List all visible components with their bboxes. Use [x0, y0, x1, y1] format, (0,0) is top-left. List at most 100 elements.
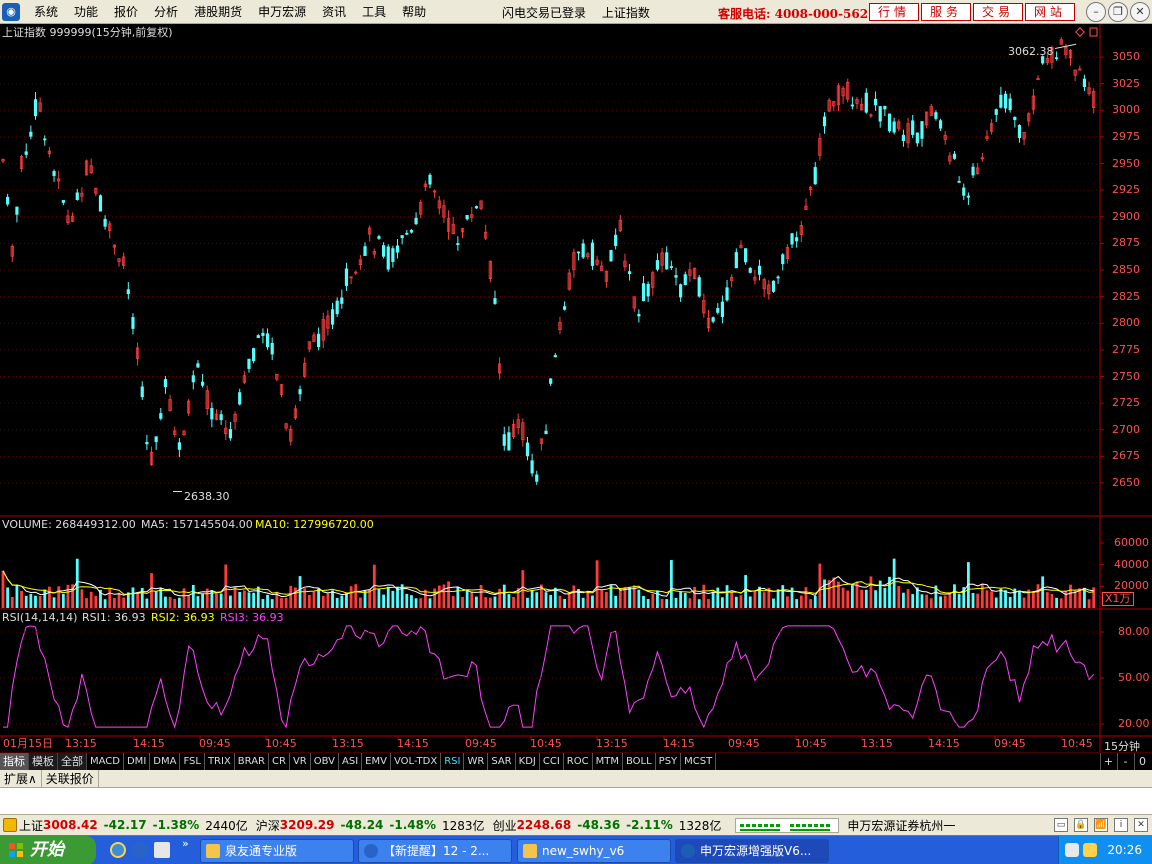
candle-body [716, 308, 720, 313]
menu-item-news[interactable]: 资讯 [314, 3, 354, 20]
tab-all[interactable]: 全部 [58, 753, 87, 770]
indicator-tab-trix[interactable]: TRIX [205, 753, 235, 770]
indicator-tab-roc[interactable]: ROC [564, 753, 593, 770]
close-icon[interactable]: ✕ [1134, 818, 1148, 832]
task-quanyoutong[interactable]: 泉友通专业版 [200, 839, 354, 863]
start-button[interactable]: 开始 [0, 836, 96, 864]
volume-bar [902, 592, 905, 608]
volume-bar [433, 588, 437, 608]
browser-icon[interactable] [132, 842, 148, 858]
desktop-icon[interactable] [154, 842, 170, 858]
indicator-tab-rsi[interactable]: RSI [441, 753, 465, 770]
menu-item-help[interactable]: 帮助 [394, 3, 434, 20]
task-new-swhy-v6[interactable]: new_swhy_v6 [517, 839, 671, 863]
zoom-in-button[interactable]: + [1100, 753, 1116, 770]
indicator-tab-obv[interactable]: OBV [311, 753, 339, 770]
time-tick-label: 10:45 [530, 737, 562, 750]
candle-body [938, 120, 943, 129]
rsi1-value: RSI1: 36.93 [82, 611, 146, 624]
candle-body [901, 134, 906, 142]
shield-icon[interactable] [1065, 843, 1079, 857]
task-swhy-enhanced[interactable]: 申万宏源增强版V6... [675, 839, 829, 863]
chart-area[interactable]: 上证指数 999999(15分钟,前复权) 3062.38 2638.30 30… [0, 24, 1152, 753]
menu-item-hk-futures[interactable]: 港股期货 [186, 3, 250, 20]
indicator-tab-kdj[interactable]: KDJ [516, 753, 540, 770]
indicator-tab-psy[interactable]: PSY [656, 753, 682, 770]
login-status: 闪电交易已登录 上证指数 [502, 4, 662, 21]
overflow-icon[interactable]: » [182, 837, 189, 850]
indicator-tab-boll[interactable]: BOLL [623, 753, 656, 770]
ie-icon[interactable] [110, 842, 126, 858]
volume-bar [57, 586, 61, 608]
indicator-tab-vol-tdx[interactable]: VOL-TDX [391, 753, 442, 770]
diamond-icon [1075, 27, 1085, 37]
menu-item-swhy[interactable]: 申万宏源 [250, 3, 314, 20]
minimize-icon[interactable]: – [1086, 2, 1106, 22]
indicator-tab-mtm[interactable]: MTM [593, 753, 623, 770]
menu-item-system[interactable]: 系统 [26, 3, 66, 20]
volume-bar [391, 590, 395, 608]
indicator-tab-cr[interactable]: CR [269, 753, 290, 770]
indicator-tab-dmi[interactable]: DMI [124, 753, 151, 770]
volume-bar [614, 595, 618, 608]
info-icon[interactable]: i [1114, 818, 1128, 832]
volume-bar [679, 591, 683, 608]
security-icon[interactable] [1083, 843, 1097, 857]
app-logo-icon[interactable]: ◉ [2, 2, 20, 21]
task-new-reminder[interactable]: 【新提醒】12 - 2... [358, 839, 512, 863]
market-button[interactable]: 行情 [869, 3, 919, 21]
candle-body [252, 348, 256, 362]
ticker-hs-name: 沪深 [255, 818, 280, 833]
copy-icon [1089, 27, 1098, 37]
indicator-tab-emv[interactable]: EMV [362, 753, 391, 770]
indicator-tab-cci[interactable]: CCI [540, 753, 564, 770]
indicator-tab-wr[interactable]: WR [464, 753, 489, 770]
volume-bar [892, 558, 896, 608]
menu-item-quotes[interactable]: 报价 [106, 3, 146, 20]
lock-icon[interactable] [3, 818, 17, 832]
indicator-tab-fsl[interactable]: FSL [180, 753, 205, 770]
lock-icon[interactable]: 🔒 [1074, 818, 1088, 832]
volume-bar [349, 586, 353, 608]
restore-icon[interactable]: ❐ [1108, 2, 1128, 22]
volume-bar [252, 592, 256, 608]
chart-canvas[interactable] [0, 24, 1152, 752]
candle-body [999, 94, 1003, 108]
tab-templates[interactable]: 模板 [29, 753, 58, 770]
volume-bar [776, 589, 780, 608]
website-button[interactable]: 网站 [1025, 3, 1075, 21]
volume-bar [604, 591, 608, 608]
menu-item-function[interactable]: 功能 [66, 3, 106, 20]
expand-tab[interactable]: 扩展∧ [0, 769, 42, 788]
volume-bar [1041, 576, 1045, 608]
volume-bar [753, 591, 757, 608]
indicator-tab-mcst[interactable]: MCST [681, 753, 717, 770]
indicator-tab-sar[interactable]: SAR [488, 753, 516, 770]
zoom-out-button[interactable]: - [1117, 753, 1133, 770]
menu-item-tools[interactable]: 工具 [354, 3, 394, 20]
clock[interactable]: 20:26 [1107, 843, 1142, 857]
volume-bar [312, 591, 316, 608]
indicator-tab-dma[interactable]: DMA [150, 753, 181, 770]
window-icon[interactable]: ▭ [1054, 818, 1068, 832]
candle-body [563, 306, 567, 310]
low-price-label: 2638.30 [184, 490, 230, 503]
time-tick-label: 14:15 [928, 737, 960, 750]
trade-button[interactable]: 交易 [973, 3, 1023, 21]
indicator-tab-macd[interactable]: MACD [87, 753, 124, 770]
signal-icon[interactable]: 📶 [1094, 818, 1108, 832]
candle-body [1013, 116, 1017, 121]
indicator-tab-brar[interactable]: BRAR [235, 753, 269, 770]
close-icon[interactable]: ✕ [1130, 2, 1150, 22]
candle-body [920, 121, 924, 139]
candle-body [340, 297, 344, 304]
tab-indicators[interactable]: 指标 [0, 753, 29, 770]
reset-zoom-button[interactable]: 0 [1134, 753, 1150, 770]
indicator-tab-vr[interactable]: VR [290, 753, 311, 770]
candle-body [75, 192, 79, 200]
menu-item-analysis[interactable]: 分析 [146, 3, 186, 20]
indicator-tab-asi[interactable]: ASI [339, 753, 363, 770]
service-button[interactable]: 服务 [921, 3, 971, 21]
related-quotes-tab[interactable]: 关联报价 [42, 769, 99, 788]
candle-body [145, 442, 149, 445]
